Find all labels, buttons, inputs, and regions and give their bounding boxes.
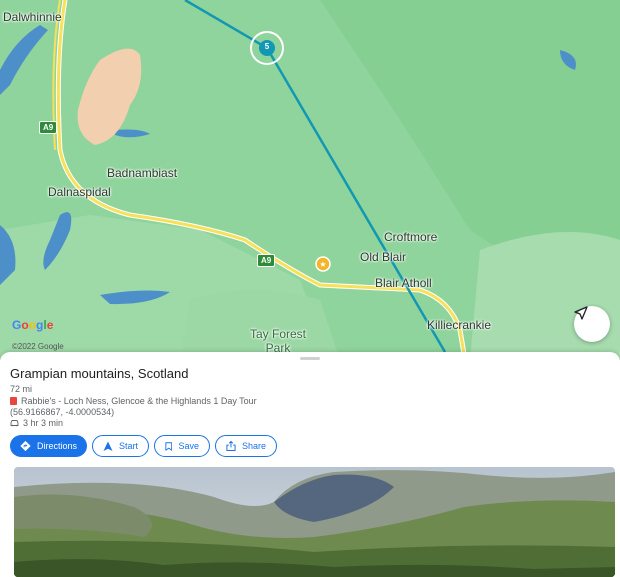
place-dalwhinnie[interactable]: Dalwhinnie — [3, 10, 62, 24]
map-view[interactable]: ★ Dalwhinnie Badnambiast Dalnaspidal Cro… — [0, 0, 620, 360]
pin-icon — [10, 397, 17, 405]
navigation-icon — [103, 441, 113, 451]
duration-value: 3 hr 3 min — [23, 418, 64, 428]
map-canvas: ★ — [0, 0, 620, 360]
bookmark-icon — [165, 441, 173, 451]
start-button[interactable]: Start — [92, 435, 149, 457]
place-blair-atholl[interactable]: Blair Atholl — [375, 276, 432, 290]
car-icon — [10, 420, 19, 427]
save-button[interactable]: Save — [154, 435, 210, 457]
place-old-blair[interactable]: Old Blair — [360, 250, 406, 264]
coordinates-value: (56.9166867, -4.0000534) — [10, 407, 115, 417]
place-details-sheet: Grampian mountains, Scotland 72 mi Rabbi… — [0, 352, 620, 577]
tour-row: Rabbie's - Loch Ness, Glencoe & the High… — [10, 396, 257, 406]
place-dalnaspidal[interactable]: Dalnaspidal — [48, 185, 111, 199]
place-title: Grampian mountains, Scotland — [10, 366, 189, 381]
navigation-arrow-icon — [574, 306, 588, 320]
distance-value: 72 mi — [10, 384, 33, 394]
road-badge-a9: A9 — [39, 121, 58, 134]
directions-button[interactable]: Directions — [10, 435, 87, 457]
map-copyright: ©2022 Google — [12, 342, 64, 351]
place-badnambiast[interactable]: Badnambiast — [107, 166, 177, 180]
share-label: Share — [241, 441, 266, 451]
place-photo[interactable] — [14, 467, 615, 577]
sheet-drag-handle[interactable] — [300, 357, 320, 360]
directions-icon — [20, 440, 31, 452]
start-label: Start — [118, 441, 138, 451]
mountain-photo — [14, 467, 615, 577]
share-icon — [226, 440, 236, 452]
place-killiecrankie[interactable]: Killiecrankie — [427, 318, 491, 332]
duration-row: 3 hr 3 min — [10, 418, 63, 428]
google-logo: Google — [12, 318, 54, 332]
my-location-button[interactable] — [574, 306, 610, 342]
svg-text:★: ★ — [319, 260, 326, 269]
route-stop-marker[interactable]: 5 — [261, 42, 273, 51]
road-badge-a9: A9 — [257, 254, 276, 267]
distance-text: 72 mi — [10, 384, 32, 394]
coordinates-text: (56.9166867, -4.0000534) — [10, 407, 114, 417]
place-tay-forest-park[interactable]: Tay Forest Park — [238, 327, 318, 355]
tour-name: Rabbie's - Loch Ness, Glencoe & the High… — [21, 396, 257, 406]
action-buttons: Directions Start Save Share — [10, 435, 277, 457]
directions-label: Directions — [36, 441, 77, 451]
place-croftmore[interactable]: Croftmore — [384, 230, 437, 244]
share-button[interactable]: Share — [215, 435, 277, 457]
save-label: Save — [178, 441, 199, 451]
